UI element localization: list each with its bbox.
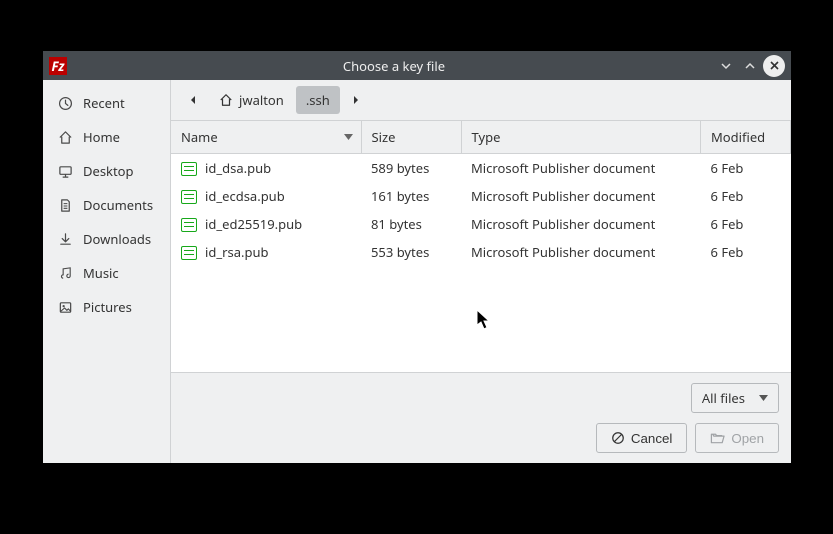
music-icon bbox=[57, 265, 73, 281]
sidebar-item-music[interactable]: Music bbox=[43, 256, 170, 290]
file-type: Microsoft Publisher document bbox=[461, 210, 701, 238]
sort-descending-icon bbox=[344, 134, 353, 140]
file-type: Microsoft Publisher document bbox=[461, 154, 701, 183]
window-title: Choose a key file bbox=[75, 57, 713, 75]
sidebar-item-home[interactable]: Home bbox=[43, 120, 170, 154]
file-modified: 6 Feb bbox=[701, 182, 791, 210]
file-row[interactable]: id_ed25519.pub 81 bytes Microsoft Publis… bbox=[171, 210, 791, 238]
file-size: 553 bytes bbox=[361, 238, 461, 266]
places-sidebar: Recent Home Desktop Documents bbox=[43, 80, 171, 463]
titlebar: Fz Choose a key file bbox=[43, 51, 791, 80]
sidebar-item-downloads[interactable]: Downloads bbox=[43, 222, 170, 256]
file-row[interactable]: id_ecdsa.pub 161 bytes Microsoft Publish… bbox=[171, 182, 791, 210]
sidebar-item-pictures[interactable]: Pictures bbox=[43, 290, 170, 324]
cancel-button[interactable]: Cancel bbox=[596, 423, 688, 453]
file-row[interactable]: id_rsa.pub 553 bytes Microsoft Publisher… bbox=[171, 238, 791, 266]
breadcrumb-segment-current[interactable]: .ssh bbox=[296, 86, 340, 114]
sidebar-item-label: Pictures bbox=[83, 298, 132, 316]
file-name: id_rsa.pub bbox=[205, 243, 269, 261]
sidebar-item-label: Music bbox=[83, 264, 119, 282]
publisher-file-icon bbox=[181, 162, 197, 176]
filter-selected-label: All files bbox=[702, 389, 745, 407]
cancel-icon bbox=[611, 431, 625, 445]
documents-icon bbox=[57, 197, 73, 213]
publisher-file-icon bbox=[181, 218, 197, 232]
minimize-button[interactable] bbox=[715, 55, 737, 77]
sidebar-item-label: Documents bbox=[83, 196, 153, 214]
column-header-type[interactable]: Type bbox=[461, 121, 701, 154]
file-type: Microsoft Publisher document bbox=[461, 182, 701, 210]
file-type: Microsoft Publisher document bbox=[461, 238, 701, 266]
file-size: 161 bytes bbox=[361, 182, 461, 210]
home-icon bbox=[219, 93, 233, 107]
publisher-file-icon bbox=[181, 246, 197, 260]
dialog-footer: All files Cancel bbox=[171, 372, 791, 463]
file-modified: 6 Feb bbox=[701, 154, 791, 183]
sidebar-item-label: Desktop bbox=[83, 162, 134, 180]
clock-icon bbox=[57, 95, 73, 111]
breadcrumb: jwalton .ssh bbox=[171, 80, 791, 121]
breadcrumb-label: .ssh bbox=[306, 91, 330, 109]
folder-open-icon bbox=[710, 431, 725, 445]
sidebar-item-documents[interactable]: Documents bbox=[43, 188, 170, 222]
file-modified: 6 Feb bbox=[701, 238, 791, 266]
file-name: id_dsa.pub bbox=[205, 159, 271, 177]
desktop-icon bbox=[57, 163, 73, 179]
breadcrumb-segment-home[interactable]: jwalton bbox=[209, 86, 294, 114]
sidebar-item-label: Recent bbox=[83, 94, 125, 112]
file-modified: 6 Feb bbox=[701, 210, 791, 238]
publisher-file-icon bbox=[181, 190, 197, 204]
chevron-down-icon bbox=[759, 395, 768, 401]
file-type-filter[interactable]: All files bbox=[691, 383, 779, 413]
breadcrumb-forward-button[interactable] bbox=[342, 86, 370, 114]
filezilla-icon: Fz bbox=[49, 57, 67, 75]
column-header-modified[interactable]: Modified bbox=[701, 121, 791, 154]
file-size: 81 bytes bbox=[361, 210, 461, 238]
file-name: id_ecdsa.pub bbox=[205, 187, 285, 205]
download-icon bbox=[57, 231, 73, 247]
close-button[interactable] bbox=[763, 55, 785, 77]
sidebar-item-recent[interactable]: Recent bbox=[43, 86, 170, 120]
column-header-name[interactable]: Name bbox=[171, 121, 361, 154]
sidebar-item-label: Home bbox=[83, 128, 120, 146]
breadcrumb-label: jwalton bbox=[239, 91, 284, 109]
file-list: Name Size Type Modified id_d bbox=[171, 121, 791, 372]
column-header-size[interactable]: Size bbox=[361, 121, 461, 154]
image-icon bbox=[57, 299, 73, 315]
sidebar-item-desktop[interactable]: Desktop bbox=[43, 154, 170, 188]
sidebar-item-label: Downloads bbox=[83, 230, 151, 248]
file-row[interactable]: id_dsa.pub 589 bytes Microsoft Publisher… bbox=[171, 154, 791, 183]
home-icon bbox=[57, 129, 73, 145]
file-name: id_ed25519.pub bbox=[205, 215, 302, 233]
breadcrumb-back-button[interactable] bbox=[179, 86, 207, 114]
file-size: 589 bytes bbox=[361, 154, 461, 183]
maximize-button[interactable] bbox=[739, 55, 761, 77]
open-button[interactable]: Open bbox=[695, 423, 779, 453]
file-open-dialog: Fz Choose a key file Recent Home bbox=[43, 51, 791, 463]
